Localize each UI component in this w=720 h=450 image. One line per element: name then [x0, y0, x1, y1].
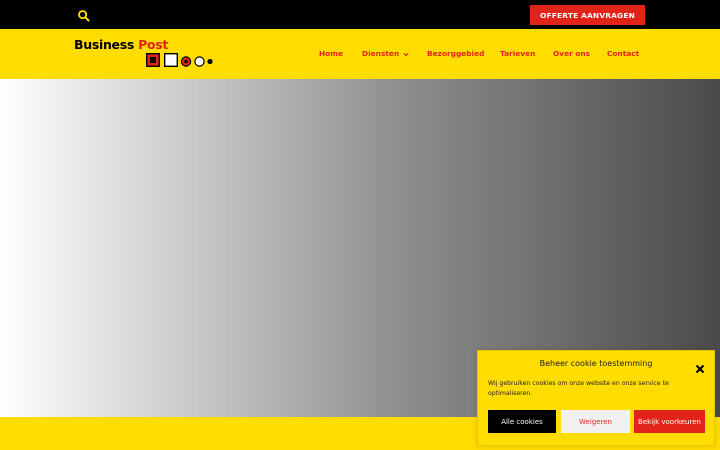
chevron-down-icon	[403, 52, 409, 56]
accept-cookies-button[interactable]: Alle cookies	[488, 410, 556, 433]
nav-item-bezorggebied[interactable]: Bezorggebied	[427, 49, 484, 59]
nav-item-over-ons[interactable]: Over ons	[553, 49, 590, 59]
logo[interactable]: Business Post	[74, 37, 219, 69]
nav-item-diensten-label: Diensten	[362, 49, 400, 58]
close-icon[interactable]	[695, 359, 705, 374]
search-icon[interactable]	[77, 8, 91, 22]
cookie-preferences-button[interactable]: Bekijk voorkeuren	[634, 410, 705, 433]
site-header: Business Post Home Diensten Bezorggebied…	[0, 29, 720, 79]
nav-item-contact[interactable]: Contact	[607, 49, 639, 59]
nav-item-tarieven[interactable]: Tarieven	[500, 49, 535, 59]
deny-cookies-button[interactable]: Weigeren	[561, 410, 630, 433]
cookie-title: Beheer cookie toestemming	[539, 359, 653, 368]
cookie-description: Wij gebruiken cookies om onze website en…	[488, 380, 669, 397]
logo-word-post: Post	[138, 37, 169, 52]
top-bar: OFFERTE AANVRAGEN	[0, 0, 720, 29]
nav-item-diensten[interactable]: Diensten	[362, 49, 409, 59]
cookie-consent-banner: Beheer cookie toestemming Wij gebruiken …	[477, 350, 715, 446]
logo-word-business: Business	[74, 37, 135, 52]
nav-item-home[interactable]: Home	[319, 49, 343, 59]
quote-request-button[interactable]: OFFERTE AANVRAGEN	[530, 5, 645, 25]
logo-marks-icon	[146, 53, 213, 67]
logo-text: Business Post	[74, 37, 168, 52]
